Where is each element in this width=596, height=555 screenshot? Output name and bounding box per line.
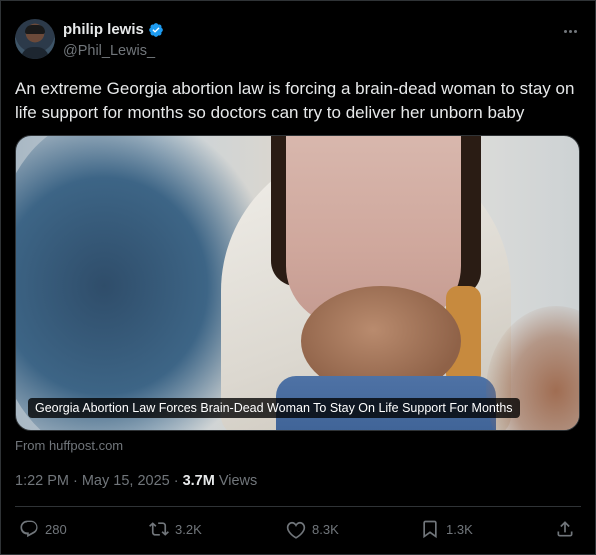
tweet-meta: 1:22 PM · May 15, 2025 · 3.7M Views: [15, 473, 257, 489]
views-count: 3.7M: [182, 473, 215, 489]
like-count: 8.3K: [312, 521, 339, 537]
like-button[interactable]: 8.3K: [286, 519, 339, 539]
repost-icon: [149, 522, 169, 536]
link-card[interactable]: Georgia Abortion Law Forces Brain-Dead W…: [15, 135, 580, 431]
share-icon: [557, 521, 573, 537]
name-row: philip lewis: [63, 21, 164, 38]
repost-button[interactable]: 3.2K: [149, 519, 202, 539]
avatar-cap: [25, 25, 45, 34]
verified-icon: [149, 22, 163, 37]
views-label: Views: [218, 473, 258, 489]
avatar-shirt: [21, 47, 49, 59]
avatar[interactable]: [15, 19, 55, 59]
reply-count: 280: [45, 521, 67, 537]
repost-count: 3.2K: [175, 521, 202, 537]
tweet-time[interactable]: 1:22 PM: [15, 473, 69, 489]
tweet-date[interactable]: May 15, 2025: [82, 473, 170, 489]
reply-icon: [20, 520, 38, 538]
like-icon: [286, 521, 306, 539]
share-button[interactable]: [555, 519, 575, 539]
reply-button[interactable]: 280: [19, 519, 67, 539]
tweet-header: philip lewis @Phil_Lewis_: [15, 17, 581, 63]
bookmark-icon: [423, 520, 437, 539]
meta-separator: ·: [173, 473, 179, 489]
more-icon[interactable]: [559, 23, 581, 39]
divider: [15, 506, 581, 507]
bookmark-button[interactable]: 1.3K: [420, 519, 473, 539]
author-handle[interactable]: @Phil_Lewis_: [63, 43, 155, 59]
author-display-name[interactable]: philip lewis: [63, 21, 144, 38]
bookmark-count: 1.3K: [446, 521, 473, 537]
meta-separator: ·: [73, 473, 78, 489]
card-source[interactable]: From huffpost.com: [15, 438, 123, 453]
tweet-container: philip lewis @Phil_Lewis_ An extreme Geo…: [0, 0, 596, 555]
tweet-text: An extreme Georgia abortion law is forci…: [15, 79, 575, 122]
card-caption: Georgia Abortion Law Forces Brain-Dead W…: [28, 398, 520, 418]
action-bar: 280 3.2K 8.3K 1.3K: [15, 519, 581, 545]
